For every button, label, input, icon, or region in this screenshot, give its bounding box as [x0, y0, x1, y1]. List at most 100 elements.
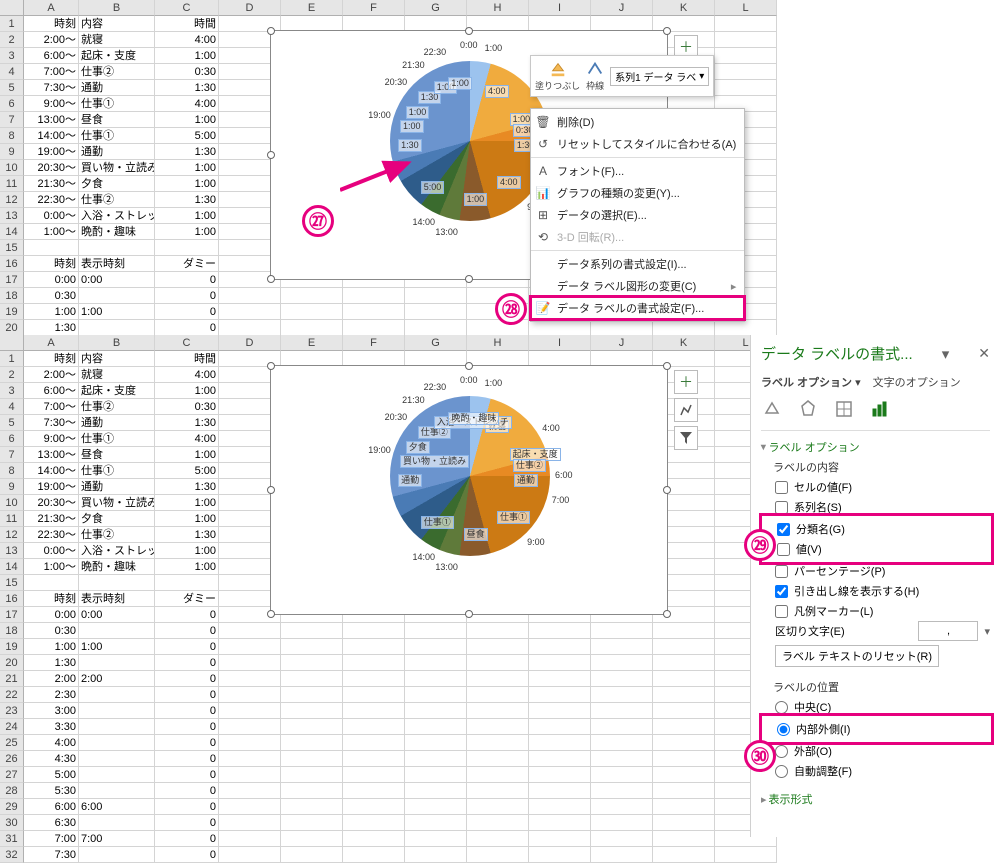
cell[interactable]: ダミー: [155, 591, 219, 607]
chart-bottom[interactable]: 就寝起床・支度仕事②通勤仕事①昼食仕事①通勤買い物・立読み夕食仕事②入浴・ストレ…: [270, 365, 668, 615]
cell[interactable]: [715, 320, 777, 336]
format-data-labels-pane[interactable]: データ ラベルの書式... ▾ ✕ ラベル オプション ▾ 文字のオプション ラ…: [750, 335, 1000, 837]
cell[interactable]: 21:30～: [24, 511, 79, 527]
cell[interactable]: [591, 655, 653, 671]
row-header[interactable]: 13: [0, 543, 24, 559]
cell[interactable]: [343, 703, 405, 719]
cell[interactable]: [467, 815, 529, 831]
cell[interactable]: [219, 751, 281, 767]
cell[interactable]: [591, 751, 653, 767]
cell[interactable]: [405, 671, 467, 687]
row-header[interactable]: 27: [0, 767, 24, 783]
cell[interactable]: 7:30: [24, 847, 79, 863]
cell[interactable]: 0: [155, 719, 219, 735]
cell[interactable]: [281, 847, 343, 863]
close-icon[interactable]: ✕: [978, 345, 990, 362]
cell[interactable]: 0: [155, 847, 219, 863]
cell[interactable]: 就寝: [79, 367, 155, 383]
cell[interactable]: 0: [155, 623, 219, 639]
cell[interactable]: [405, 799, 467, 815]
cell[interactable]: 19:00～: [24, 144, 79, 160]
cell[interactable]: [405, 639, 467, 655]
cell[interactable]: [79, 288, 155, 304]
cell[interactable]: [467, 767, 529, 783]
select-all-corner[interactable]: [0, 335, 24, 351]
cell[interactable]: 0:00: [24, 272, 79, 288]
cell[interactable]: [653, 719, 715, 735]
chevron-down-icon[interactable]: ▾: [984, 625, 990, 638]
cell[interactable]: 0:00: [79, 607, 155, 623]
cell[interactable]: 1:00: [155, 160, 219, 176]
col-header[interactable]: L: [715, 0, 777, 16]
cell[interactable]: 20:30～: [24, 160, 79, 176]
cell[interactable]: [219, 783, 281, 799]
cell[interactable]: 仕事①: [79, 96, 155, 112]
col-header[interactable]: E: [281, 0, 343, 16]
col-header[interactable]: F: [343, 335, 405, 351]
data-label[interactable]: 1:00: [464, 193, 488, 206]
cell[interactable]: 1:30: [155, 527, 219, 543]
cell[interactable]: 通勤: [79, 415, 155, 431]
cell[interactable]: [24, 575, 79, 591]
cell[interactable]: 7:00: [24, 831, 79, 847]
cell[interactable]: 1:30: [155, 192, 219, 208]
row-header[interactable]: 10: [0, 495, 24, 511]
cell[interactable]: [715, 32, 777, 48]
col-header[interactable]: F: [343, 0, 405, 16]
row-header[interactable]: 9: [0, 144, 24, 160]
row-header[interactable]: 16: [0, 591, 24, 607]
cell[interactable]: [405, 687, 467, 703]
data-label[interactable]: 買い物・立読み: [400, 455, 469, 468]
row-header[interactable]: 3: [0, 48, 24, 64]
cell[interactable]: [219, 304, 281, 320]
cell[interactable]: [591, 703, 653, 719]
cell[interactable]: 仕事②: [79, 192, 155, 208]
ctx-change-chart-type[interactable]: 📊グラフの種類の変更(Y)...: [531, 182, 744, 204]
cell[interactable]: [219, 655, 281, 671]
cell[interactable]: 2:00: [79, 671, 155, 687]
col-header[interactable]: C: [155, 0, 219, 16]
cell[interactable]: 0: [155, 783, 219, 799]
cell[interactable]: 7:30～: [24, 80, 79, 96]
cell[interactable]: [219, 831, 281, 847]
cell[interactable]: [467, 719, 529, 735]
cell[interactable]: 0:30: [155, 64, 219, 80]
chart-filters-button[interactable]: [674, 426, 698, 450]
cell[interactable]: [219, 288, 281, 304]
cell[interactable]: ダミー: [155, 256, 219, 272]
cell[interactable]: 0: [155, 655, 219, 671]
cell[interactable]: 1:30: [24, 320, 79, 336]
cell[interactable]: [219, 671, 281, 687]
cell[interactable]: [529, 655, 591, 671]
data-label[interactable]: 通勤: [398, 474, 422, 487]
cell[interactable]: [79, 240, 155, 256]
cell[interactable]: [529, 751, 591, 767]
cell[interactable]: [343, 288, 405, 304]
cell[interactable]: 1:00: [155, 543, 219, 559]
cell[interactable]: 仕事①: [79, 431, 155, 447]
cell[interactable]: [343, 783, 405, 799]
pos-inside-end[interactable]: 内部外側(I): [775, 719, 988, 739]
cell[interactable]: 通勤: [79, 144, 155, 160]
cell[interactable]: 1:00: [155, 112, 219, 128]
cell[interactable]: 6:00～: [24, 48, 79, 64]
row-header[interactable]: 2: [0, 367, 24, 383]
cell[interactable]: 0:00～: [24, 543, 79, 559]
col-header[interactable]: I: [529, 335, 591, 351]
cell[interactable]: [343, 831, 405, 847]
cell[interactable]: [24, 240, 79, 256]
cell[interactable]: [405, 655, 467, 671]
cell[interactable]: [281, 735, 343, 751]
tab-label-options[interactable]: ラベル オプション ▾: [761, 374, 861, 390]
select-all-corner[interactable]: [0, 0, 24, 16]
cell[interactable]: [219, 703, 281, 719]
cell[interactable]: [405, 751, 467, 767]
cell[interactable]: 7:00: [79, 831, 155, 847]
cell[interactable]: [529, 703, 591, 719]
cell[interactable]: 起床・支度: [79, 48, 155, 64]
cell[interactable]: 晩酌・趣味: [79, 559, 155, 575]
cell[interactable]: [591, 767, 653, 783]
cell[interactable]: [529, 767, 591, 783]
row-header[interactable]: 18: [0, 288, 24, 304]
cell[interactable]: 0: [155, 687, 219, 703]
